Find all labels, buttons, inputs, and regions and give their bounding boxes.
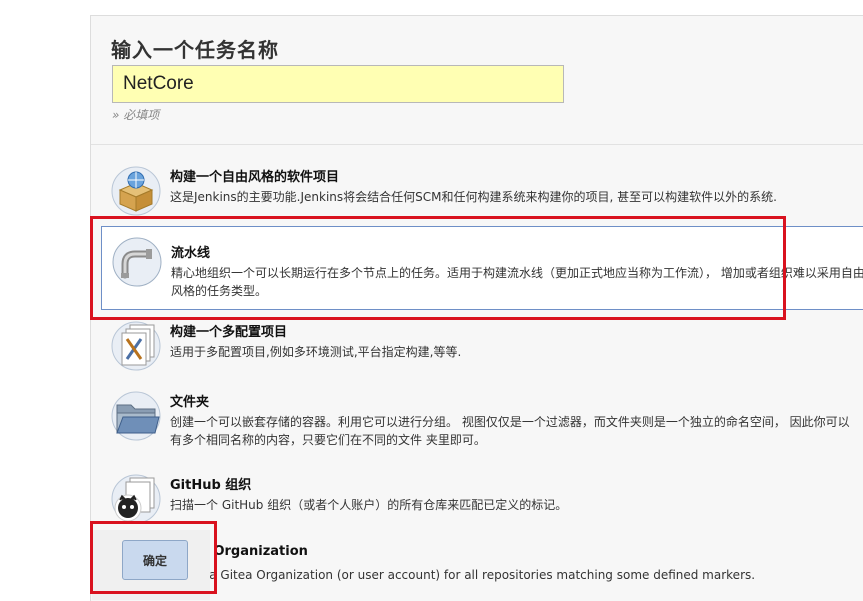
project-type-description: 这是Jenkins的主要功能.Jenkins将会结合任何SCM和任何构建系统来构… (170, 190, 777, 204)
project-type-label: 流水线 (171, 246, 211, 261)
multi-config-icon (111, 321, 161, 371)
github-org-icon (111, 474, 161, 524)
pipeline-icon (112, 237, 162, 287)
project-type-github-org[interactable]: GitHub 组织 扫描一个 GitHub 组织（或者个人账户）的所有仓库来匹配… (111, 474, 863, 526)
project-type-label: 文件夹 (170, 395, 210, 410)
folder-icon (111, 391, 161, 441)
project-type-description: Scans a Gitea Organization (or user acco… (170, 568, 756, 582)
project-type-label: GitHub 组织 (170, 478, 252, 493)
project-type-multi-config[interactable]: 构建一个多配置项目 适用于多配置项目,例如多环境测试,平台指定构建,等等. (111, 321, 863, 373)
ok-button[interactable]: 确定 (122, 540, 188, 580)
item-name-section: 输入一个任务名称 » 必填项 (91, 16, 863, 144)
section-divider (91, 144, 863, 145)
freestyle-box-icon (111, 166, 161, 216)
project-type-gitea-org[interactable]: Gitea Organization Scans a Gitea Organiz… (111, 544, 863, 596)
project-type-label: 构建一个自由风格的软件项目 (170, 170, 340, 185)
project-type-label: 构建一个多配置项目 (170, 325, 288, 340)
project-type-description: 扫描一个 GitHub 组织（或者个人账户）的所有仓库来匹配已定义的标记。 (170, 498, 568, 512)
project-type-freestyle[interactable]: 构建一个自由风格的软件项目 这是Jenkins的主要功能.Jenkins将会结合… (111, 166, 863, 216)
project-type-folder[interactable]: 文件夹 创建一个可以嵌套存储的容器。利用它可以进行分组。 视图仅仅是一个过滤器，… (111, 391, 863, 447)
project-type-description: 精心地组织一个可以长期运行在多个节点上的任务。适用于构建流水线（更加正式地应当称… (171, 266, 863, 298)
project-type-pipeline[interactable]: 流水线 精心地组织一个可以长期运行在多个节点上的任务。适用于构建流水线（更加正式… (101, 226, 863, 310)
required-hint: » 必填项 (112, 108, 160, 122)
project-type-description: 创建一个可以嵌套存储的容器。利用它可以进行分组。 视图仅仅是一个过滤器，而文件夹… (170, 415, 850, 447)
project-type-description: 适用于多配置项目,例如多环境测试,平台指定构建,等等. (170, 345, 462, 359)
new-item-panel: 输入一个任务名称 » 必填项 构建一个自由风格的软件项目 这是Jenkins的主… (90, 15, 863, 601)
item-name-input[interactable] (112, 65, 564, 103)
item-name-title: 输入一个任务名称 (111, 38, 279, 62)
